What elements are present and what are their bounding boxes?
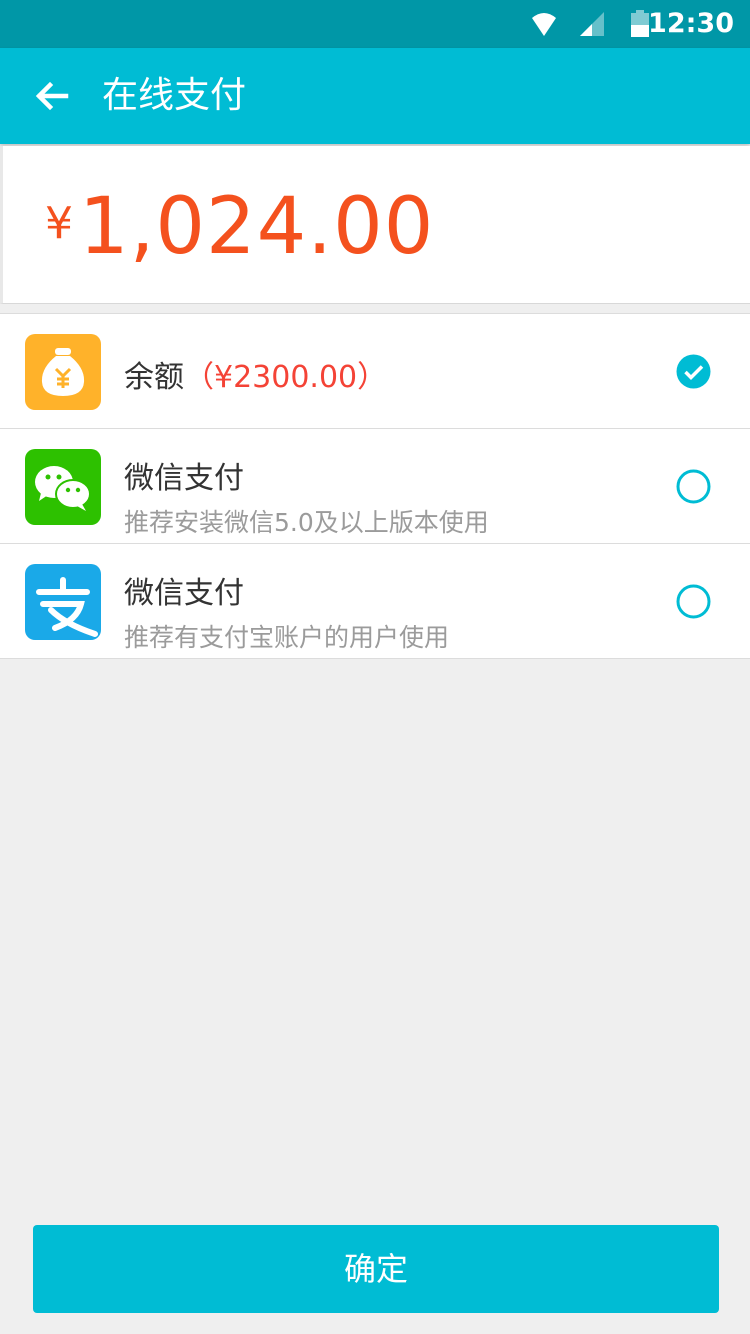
payment-option-balance[interactable]: 余额（¥2300.00）	[0, 314, 750, 429]
app-bar: 在线支付	[0, 48, 750, 144]
wifi-icon	[532, 13, 556, 36]
balance-amount: （¥2300.00）	[184, 360, 388, 395]
money-bag-icon	[25, 334, 101, 410]
signal-icon	[580, 12, 604, 36]
page-title: 在线支付	[102, 75, 247, 116]
radio-unchecked-icon[interactable]	[676, 469, 711, 504]
wechat-icon	[25, 449, 101, 525]
payment-name: 微信支付	[124, 576, 244, 611]
amount-value: 1,024.00	[79, 182, 435, 272]
currency-symbol: ¥	[45, 198, 73, 249]
payment-option-alipay[interactable]: 微信支付 推荐有支付宝账户的用户使用	[0, 544, 750, 659]
payment-name: 微信支付	[124, 461, 244, 496]
payment-subtitle: 推荐安装微信5.0及以上版本使用	[124, 508, 489, 537]
payment-option-wechat[interactable]: 微信支付 推荐安装微信5.0及以上版本使用	[0, 429, 750, 544]
radio-unchecked-icon[interactable]	[676, 584, 711, 619]
payment-method-list: 余额（¥2300.00） 微信支付 推荐安装微信5.0及以上版本使用 微信支付 …	[0, 313, 750, 659]
amount-card: ¥ 1,024.00	[0, 146, 750, 304]
status-time: 12:30	[648, 8, 734, 39]
radio-checked-icon[interactable]	[676, 354, 711, 389]
payment-subtitle: 推荐有支付宝账户的用户使用	[124, 623, 450, 652]
alipay-icon	[25, 564, 101, 640]
status-bar: 12:30	[0, 0, 750, 48]
arrow-back-icon[interactable]	[28, 72, 76, 120]
battery-icon	[631, 10, 649, 37]
confirm-button[interactable]: 确定	[33, 1225, 719, 1313]
payment-name: 余额（¥2300.00）	[124, 352, 387, 396]
payment-name-text: 余额	[124, 360, 184, 395]
